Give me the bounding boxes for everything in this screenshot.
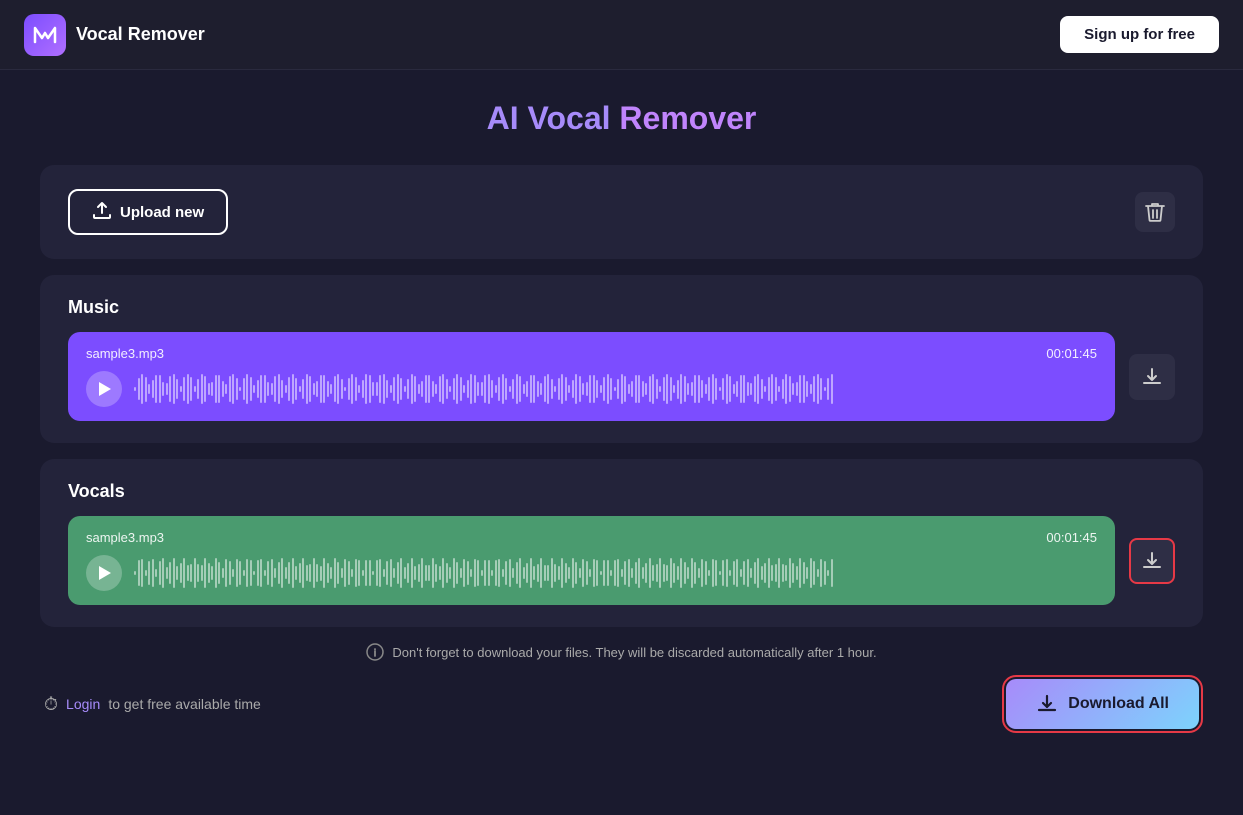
app-name: Vocal Remover: [76, 24, 205, 45]
main-content: AI Vocal Remover Upload new Music: [0, 70, 1243, 759]
music-track-name: sample3.mp3: [86, 346, 164, 361]
header: Vocal Remover Sign up for free: [0, 0, 1243, 70]
download-all-icon: [1036, 693, 1058, 715]
vocals-play-icon: [99, 566, 111, 580]
vocals-waveform: [134, 557, 1097, 589]
trash-button[interactable]: [1135, 192, 1175, 232]
signup-button[interactable]: Sign up for free: [1060, 16, 1219, 53]
upload-label: Upload new: [120, 204, 204, 221]
page-title: AI Vocal Remover: [40, 100, 1203, 137]
upload-row: Upload new: [68, 189, 1175, 235]
vocals-track-time: 00:01:45: [1046, 530, 1097, 545]
info-row: Don't forget to download your files. The…: [40, 643, 1203, 661]
music-track-bottom: [86, 371, 1097, 407]
vocals-track-container: sample3.mp3 00:01:45: [68, 516, 1175, 605]
logo-icon: [24, 14, 66, 56]
info-message: Don't forget to download your files. The…: [392, 645, 876, 660]
upload-icon: [92, 201, 112, 223]
upload-card: Upload new: [40, 165, 1203, 259]
vocals-section: Vocals sample3.mp3 00:01:45: [40, 459, 1203, 627]
music-track-box: sample3.mp3 00:01:45: [68, 332, 1115, 421]
login-text: ⏱ Login to get free available time: [44, 694, 261, 715]
vocals-download-button[interactable]: [1129, 538, 1175, 584]
vocals-play-button[interactable]: [86, 555, 122, 591]
clock-icon: ⏱: [44, 694, 58, 715]
title-rest: Remover: [611, 100, 757, 136]
music-play-icon: [99, 382, 111, 396]
download-all-button[interactable]: Download All: [1006, 679, 1199, 729]
header-left: Vocal Remover: [24, 14, 205, 56]
music-track-time: 00:01:45: [1046, 346, 1097, 361]
vocals-label: Vocals: [68, 481, 1175, 502]
login-suffix: to get free available time: [108, 696, 261, 712]
music-label: Music: [68, 297, 1175, 318]
music-track-container: sample3.mp3 00:01:45: [68, 332, 1175, 421]
upload-button[interactable]: Upload new: [68, 189, 228, 235]
footer-row: ⏱ Login to get free available time Downl…: [40, 679, 1203, 729]
music-download-button[interactable]: [1129, 354, 1175, 400]
vocals-track-box: sample3.mp3 00:01:45: [68, 516, 1115, 605]
info-icon: [366, 643, 384, 661]
vocals-track-bottom: [86, 555, 1097, 591]
music-play-button[interactable]: [86, 371, 122, 407]
music-waveform: [134, 373, 1097, 405]
download-all-label: Download All: [1068, 695, 1169, 713]
login-link[interactable]: Login: [66, 696, 100, 712]
title-ai: AI Vocal: [487, 100, 611, 136]
music-section: Music sample3.mp3 00:01:45: [40, 275, 1203, 443]
vocals-track-top: sample3.mp3 00:01:45: [86, 530, 1097, 545]
vocals-track-name: sample3.mp3: [86, 530, 164, 545]
music-track-top: sample3.mp3 00:01:45: [86, 346, 1097, 361]
